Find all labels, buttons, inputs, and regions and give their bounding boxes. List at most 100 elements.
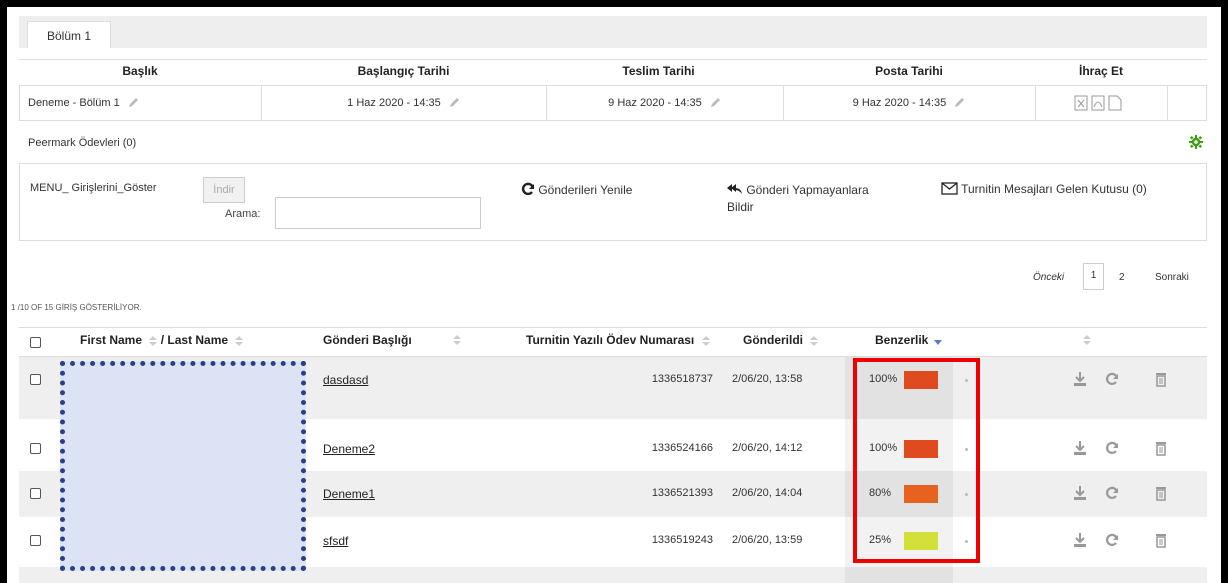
- column-title[interactable]: Gönderi Başlığı: [323, 333, 412, 347]
- start-date: 1 Haz 2020 - 14:35: [347, 97, 441, 109]
- trash-icon[interactable]: [1153, 440, 1169, 456]
- similarity-highlight-box: [853, 358, 980, 563]
- column-similarity-header[interactable]: Benzerlik: [875, 333, 942, 347]
- header-baslangic: Başlangıç Tarihi: [357, 64, 450, 78]
- download-icon[interactable]: [1072, 371, 1088, 387]
- column-submitted[interactable]: Gönderildi: [743, 333, 803, 347]
- pdf-export-icon[interactable]: [1091, 95, 1105, 111]
- envelope-icon: [941, 182, 958, 195]
- due-date: 9 Haz 2020 - 14:35: [608, 97, 702, 109]
- divider: [1167, 86, 1168, 120]
- download-icon[interactable]: [1072, 440, 1088, 456]
- tab-bolum-1[interactable]: Bölüm 1: [27, 21, 111, 48]
- notify-label-line2: Bildir: [727, 200, 754, 214]
- submitted-date: 2/06/20, 14:12: [732, 442, 803, 454]
- divider: [19, 164, 20, 240]
- sort-icon[interactable]: [149, 335, 158, 346]
- gear-icon[interactable]: [1189, 135, 1203, 149]
- column-name[interactable]: First Name / Last Name: [80, 333, 244, 347]
- inbox-button[interactable]: Turnitin Mesajları Gelen Kutusu (0): [941, 182, 1147, 196]
- showing-summary: 1 /10 OF 15 GİRİŞ GÖSTERİLİYOR.: [11, 303, 142, 312]
- pagination-page-1[interactable]: 1: [1083, 263, 1104, 290]
- column-submitted-header[interactable]: Gönderildi: [743, 333, 819, 347]
- peermark-label: Peermark Ödevleri (0): [28, 137, 137, 149]
- pencil-icon[interactable]: [709, 97, 721, 109]
- search-input[interactable]: [275, 197, 481, 229]
- tab-bar: Bölüm 1: [19, 16, 1207, 48]
- trash-icon[interactable]: [1153, 532, 1169, 548]
- column-paper-id-header[interactable]: Turnitin Yazılı Ödev Numarası: [526, 333, 710, 347]
- submission-title-link[interactable]: Deneme2: [323, 442, 375, 456]
- pencil-icon[interactable]: [448, 97, 460, 109]
- row-checkbox[interactable]: [30, 443, 41, 454]
- notify-non-submitters-button[interactable]: Gönderi Yapmayanlara Bildir: [727, 182, 869, 216]
- reply-all-icon: [727, 184, 742, 194]
- sort-icon[interactable]: [235, 335, 244, 346]
- paper-id: 1336518737: [651, 373, 713, 385]
- trash-icon[interactable]: [1153, 485, 1169, 501]
- sort-icon[interactable]: [453, 335, 461, 345]
- divider: [19, 163, 1207, 164]
- file-export-icon[interactable]: [1108, 95, 1122, 111]
- sort-icon[interactable]: [1083, 335, 1091, 345]
- paper-id: 1336519243: [651, 534, 713, 546]
- submitted-date: 2/06/20, 13:58: [732, 373, 803, 385]
- pencil-icon[interactable]: [127, 97, 139, 109]
- pagination-prev[interactable]: Önceki: [1033, 272, 1064, 283]
- header-baslik: Başlık: [122, 64, 158, 78]
- download-button[interactable]: İndir: [203, 177, 245, 203]
- excel-export-icon[interactable]: [1074, 95, 1088, 111]
- column-last-name[interactable]: / Last Name: [161, 333, 228, 347]
- submitted-date: 2/06/20, 13:59: [732, 534, 803, 546]
- header-posta: Posta Tarihi: [875, 64, 943, 78]
- submission-title-link[interactable]: sfsdf: [323, 534, 348, 548]
- paper-id: 1336521393: [651, 487, 713, 499]
- download-icon[interactable]: [1072, 485, 1088, 501]
- start-date-cell: 1 Haz 2020 - 14:35: [261, 97, 546, 109]
- pagination-page-2[interactable]: 2: [1119, 272, 1125, 283]
- column-first-name[interactable]: First Name: [80, 333, 142, 347]
- submission-title-link[interactable]: dasdasd: [323, 373, 368, 387]
- sort-desc-icon[interactable]: [933, 340, 942, 346]
- row-checkbox[interactable]: [30, 535, 41, 546]
- refresh-icon: [521, 182, 535, 196]
- sort-icon[interactable]: [701, 335, 710, 346]
- resubmit-icon[interactable]: [1104, 440, 1120, 456]
- divider: [19, 327, 1207, 328]
- notify-label-line1: Gönderi Yapmayanlara: [746, 183, 869, 197]
- submitted-date: 2/06/20, 14:04: [732, 487, 803, 499]
- resubmit-icon[interactable]: [1104, 371, 1120, 387]
- select-all-checkbox[interactable]: [30, 337, 41, 348]
- assignment-title: Deneme - Bölüm 1: [28, 97, 120, 109]
- resubmit-icon[interactable]: [1104, 532, 1120, 548]
- resubmit-icon[interactable]: [1104, 485, 1120, 501]
- column-paper-id[interactable]: Turnitin Yazılı Ödev Numarası: [526, 333, 694, 347]
- post-date: 9 Haz 2020 - 14:35: [852, 97, 947, 109]
- sort-icon[interactable]: [810, 335, 819, 346]
- pencil-icon[interactable]: [953, 97, 965, 109]
- refresh-label: Gönderileri Yenile: [538, 183, 633, 197]
- paper-id: 1336524166: [651, 442, 713, 454]
- divider: [19, 86, 20, 120]
- refresh-submissions-button[interactable]: Gönderileri Yenile: [521, 182, 632, 197]
- download-icon[interactable]: [1072, 532, 1088, 548]
- divider: [1035, 86, 1036, 120]
- header-teslim: Teslim Tarihi: [622, 64, 695, 78]
- divider: [1206, 164, 1207, 240]
- assignment-title-cell: Deneme - Bölüm 1: [28, 97, 139, 109]
- redacted-names-box: [60, 361, 306, 571]
- inbox-label: Turnitin Mesajları Gelen Kutusu (0): [961, 182, 1147, 196]
- divider: [19, 240, 1207, 241]
- column-similarity[interactable]: Benzerlik: [875, 333, 928, 347]
- submission-title-link[interactable]: Deneme1: [323, 487, 375, 501]
- row-checkbox[interactable]: [30, 374, 41, 385]
- page-frame: Bölüm 1 Başlık Başlangıç Tarihi Teslim T…: [7, 7, 1221, 583]
- divider: [19, 120, 1207, 121]
- due-date-cell: 9 Haz 2020 - 14:35: [546, 97, 783, 109]
- divider: [19, 59, 1207, 60]
- menu-show-entries[interactable]: MENU_ Girişlerini_Göster: [30, 182, 157, 194]
- trash-icon[interactable]: [1153, 371, 1169, 387]
- row-checkbox[interactable]: [30, 488, 41, 499]
- pagination-next[interactable]: Sonraki: [1155, 272, 1189, 283]
- header-ihrac: İhraç Et: [1078, 64, 1123, 78]
